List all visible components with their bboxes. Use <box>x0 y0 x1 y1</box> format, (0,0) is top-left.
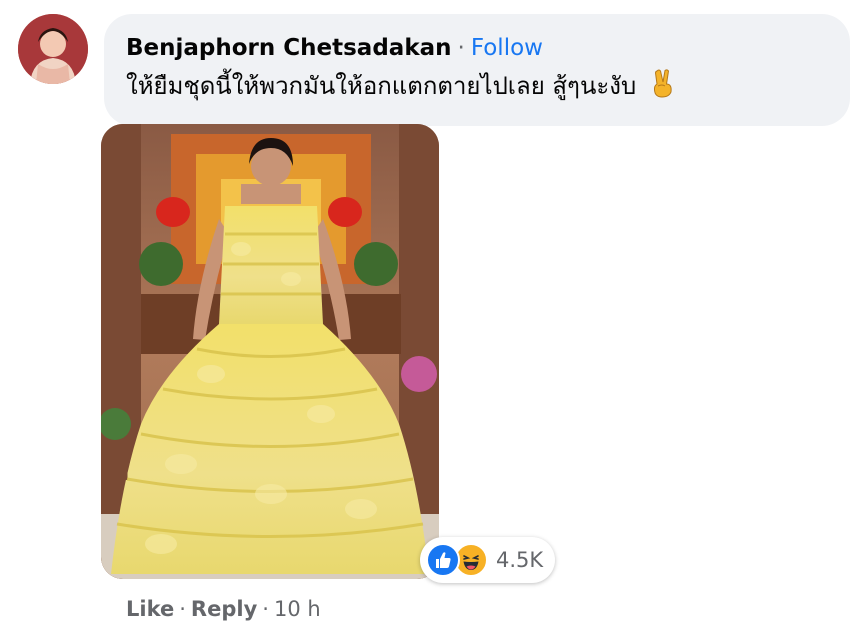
author-name[interactable]: Benjaphorn Chetsadakan <box>126 35 452 61</box>
attached-photo[interactable] <box>101 124 439 579</box>
comment-text: ให้ยืมชุดนี้ให้พวกมันให้อกแตกตายไปเลย สู… <box>126 72 637 100</box>
comment-text-line: ให้ยืมชุดนี้ให้พวกมันให้อกแตกตายไปเลย สู… <box>126 68 828 108</box>
follow-link[interactable]: Follow <box>471 35 543 61</box>
reactions-summary[interactable]: 4.5K <box>420 537 556 583</box>
like-button[interactable]: Like <box>126 597 174 621</box>
comment-header: Benjaphorn Chetsadakan · Follow <box>126 32 828 64</box>
like-reaction-icon <box>426 543 460 577</box>
header-separator: · <box>457 35 465 61</box>
action-separator: · <box>179 597 186 621</box>
comment: Benjaphorn Chetsadakan · Follow ให้ยืมชุดน… <box>0 0 850 637</box>
dress-photo-image <box>101 124 439 579</box>
comment-bubble: Benjaphorn Chetsadakan · Follow ให้ยืมชุดน… <box>104 14 850 126</box>
reply-button[interactable]: Reply <box>191 597 257 621</box>
avatar-image <box>18 14 88 84</box>
comment-actions: Like · Reply · 10 h <box>126 594 321 624</box>
victory-hand-icon <box>650 68 676 108</box>
action-separator: · <box>262 597 269 621</box>
avatar[interactable] <box>18 14 88 84</box>
reaction-count: 4.5K <box>496 548 544 572</box>
comment-timestamp[interactable]: 10 h <box>274 597 321 621</box>
